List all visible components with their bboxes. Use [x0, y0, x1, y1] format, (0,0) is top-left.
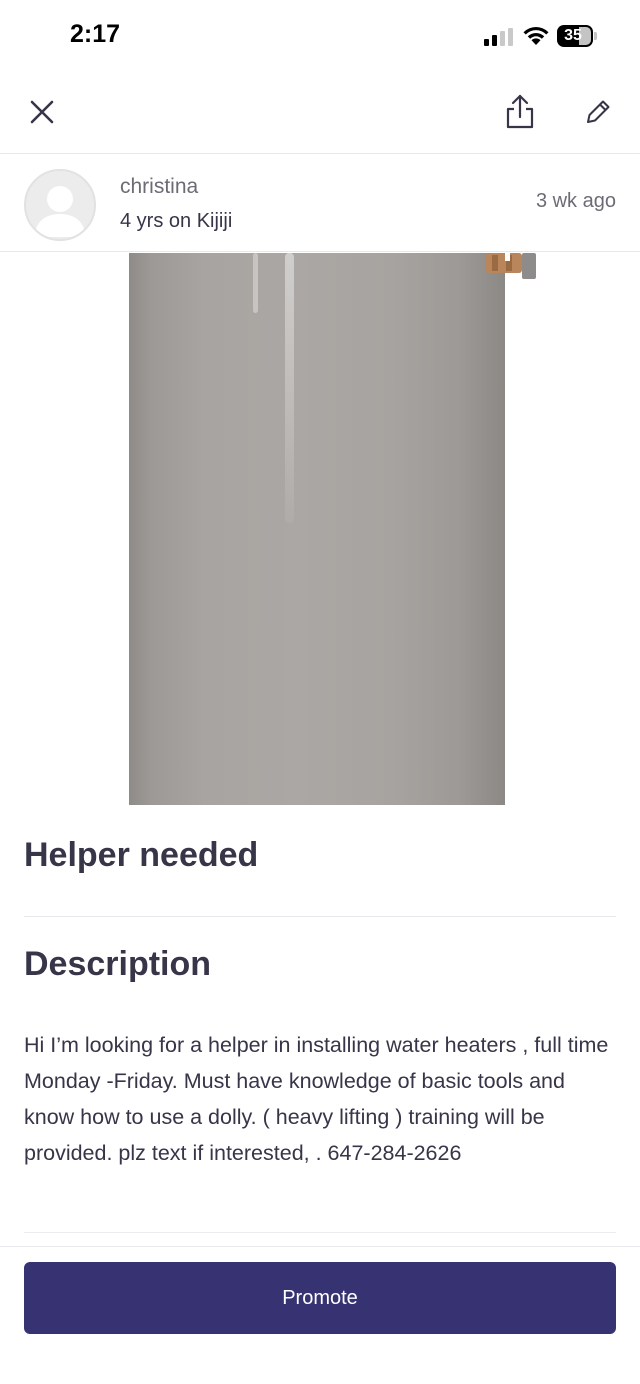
promote-button[interactable]: Promote	[24, 1262, 616, 1334]
seller-name[interactable]: christina	[120, 175, 198, 199]
cellular-signal-icon	[484, 28, 516, 46]
wifi-icon	[522, 24, 550, 46]
close-button[interactable]	[24, 94, 60, 130]
seller-tenure: 4 yrs on Kijiji	[120, 210, 233, 232]
close-icon	[30, 100, 54, 124]
description-text: Hi I’m looking for a helper in installin…	[24, 1033, 609, 1165]
pipe-fitting-graphic	[486, 253, 536, 279]
post-age: 3 wk ago	[535, 190, 616, 212]
water-heater-photo	[129, 253, 505, 805]
battery-icon: 35	[557, 25, 597, 47]
bottom-action-bar: Promote	[0, 1246, 640, 1384]
description-heading: Description	[24, 945, 212, 983]
listing-title: Helper needed	[24, 836, 259, 874]
listing-image[interactable]	[0, 253, 640, 805]
divider	[24, 1232, 616, 1233]
status-bar: 2:17 35	[0, 0, 640, 72]
share-button[interactable]	[502, 92, 538, 132]
seller-info[interactable]: christina 4 yrs on Kijiji 3 wk ago	[0, 155, 640, 252]
user-placeholder-icon	[34, 186, 86, 237]
pencil-icon	[587, 100, 610, 123]
share-icon	[506, 94, 534, 129]
edit-button[interactable]	[580, 94, 616, 130]
top-nav	[0, 72, 640, 154]
status-time: 2:17	[70, 20, 121, 48]
avatar[interactable]	[24, 169, 96, 241]
divider	[24, 916, 616, 917]
battery-level: 35	[564, 27, 582, 44]
